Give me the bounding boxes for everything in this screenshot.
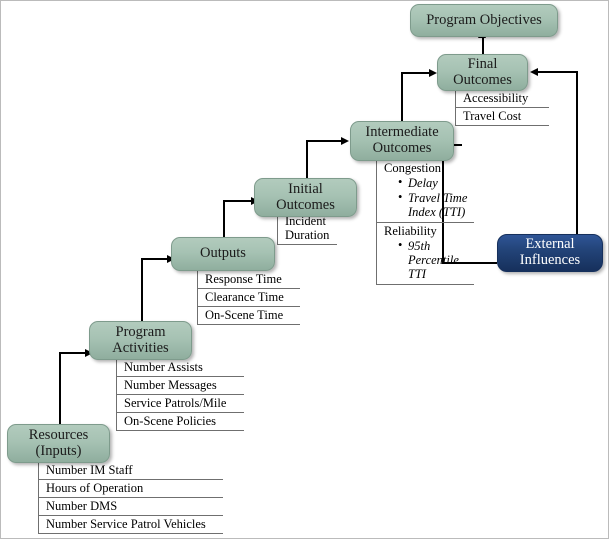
- detail-group-heading: Reliability: [384, 224, 437, 238]
- detail-list-item: Delay: [398, 175, 470, 190]
- detail-row: Response Time: [198, 271, 300, 289]
- node-outputs-label: Outputs: [200, 245, 246, 262]
- node-intermediate-outcomes-label: Intermediate Outcomes: [365, 124, 439, 156]
- final-outcomes-details: Accessibility Travel Cost: [455, 90, 549, 126]
- outputs-details: Response Time Clearance Time On-Scene Ti…: [197, 271, 300, 325]
- node-external-influences-label: External Influences: [519, 236, 581, 268]
- detail-row: On-Scene Policies: [117, 413, 244, 431]
- program-activities-details: Number Assists Number Messages Service P…: [116, 359, 244, 431]
- node-outputs[interactable]: Outputs: [171, 237, 275, 271]
- detail-group-congestion: Congestion Delay Travel Time Index (TTI): [377, 160, 474, 223]
- node-resources-label: Resources (Inputs): [28, 426, 89, 459]
- detail-row: On-Scene Time: [198, 307, 300, 325]
- node-program-objectives-label: Program Objectives: [426, 11, 542, 28]
- connector-outputs-to-initial-horizontal: [223, 200, 252, 202]
- connector-resources-to-activities-vertical: [59, 352, 61, 429]
- initial-outcomes-details: Incident Duration: [277, 213, 337, 245]
- detail-row: Number Messages: [117, 377, 244, 395]
- node-program-activities[interactable]: Program Activities: [89, 321, 192, 360]
- detail-row: Clearance Time: [198, 289, 300, 307]
- detail-row: Number Assists: [117, 359, 244, 377]
- connector-intermediate-to-final-arrowhead: [429, 68, 437, 77]
- node-initial-outcomes[interactable]: Initial Outcomes: [254, 178, 357, 217]
- detail-list-item: 95th Percentile TTI: [398, 238, 470, 281]
- node-program-activities-label: Program Activities: [112, 323, 169, 356]
- node-external-influences[interactable]: External Influences: [497, 234, 603, 272]
- detail-list-item: Travel Time Index (TTI): [398, 190, 470, 219]
- detail-row: Number Service Patrol Vehicles: [39, 516, 223, 534]
- detail-row: Number DMS: [39, 498, 223, 516]
- logic-model-diagram: Accessibility Travel Cost Congestion Del…: [0, 0, 609, 539]
- node-final-outcomes-label: Final Outcomes: [453, 55, 512, 88]
- detail-group-list: Delay Travel Time Index (TTI): [384, 175, 470, 219]
- connector-initial-to-intermediate-horizontal: [306, 140, 342, 142]
- detail-row: Incident Duration: [278, 213, 337, 245]
- resources-details: Number IM Staff Hours of Operation Numbe…: [38, 462, 223, 534]
- connector-external-to-final-horizontal: [537, 71, 578, 73]
- detail-row: Travel Cost: [456, 108, 549, 126]
- node-initial-outcomes-label: Initial Outcomes: [276, 180, 335, 213]
- connector-intermediate-to-final-vertical: [401, 72, 403, 124]
- connector-resources-to-activities-horizontal: [59, 352, 86, 354]
- detail-row: Number IM Staff: [39, 462, 223, 480]
- node-program-objectives[interactable]: Program Objectives: [410, 4, 558, 37]
- detail-row: Accessibility: [456, 90, 549, 108]
- node-resources[interactable]: Resources (Inputs): [7, 424, 110, 463]
- connector-intermediate-to-final-horizontal: [401, 72, 430, 74]
- detail-row: Service Patrols/Mile: [117, 395, 244, 413]
- connector-activities-to-outputs-vertical: [141, 258, 143, 325]
- intermediate-outcomes-details: Congestion Delay Travel Time Index (TTI)…: [376, 160, 474, 285]
- detail-row: Hours of Operation: [39, 480, 223, 498]
- detail-group-heading: Congestion: [384, 161, 441, 175]
- detail-group-list: 95th Percentile TTI: [384, 238, 470, 281]
- connector-activities-to-outputs-horizontal: [141, 258, 168, 260]
- node-final-outcomes[interactable]: Final Outcomes: [437, 54, 528, 91]
- node-intermediate-outcomes[interactable]: Intermediate Outcomes: [350, 121, 454, 161]
- connector-initial-to-intermediate-arrowhead: [341, 136, 349, 145]
- connector-external-to-final-arrowhead: [530, 67, 538, 76]
- detail-group-reliability: Reliability 95th Percentile TTI: [377, 223, 474, 285]
- connector-external-to-final-vertical: [576, 71, 578, 241]
- connector-initial-to-intermediate-vertical: [306, 140, 308, 183]
